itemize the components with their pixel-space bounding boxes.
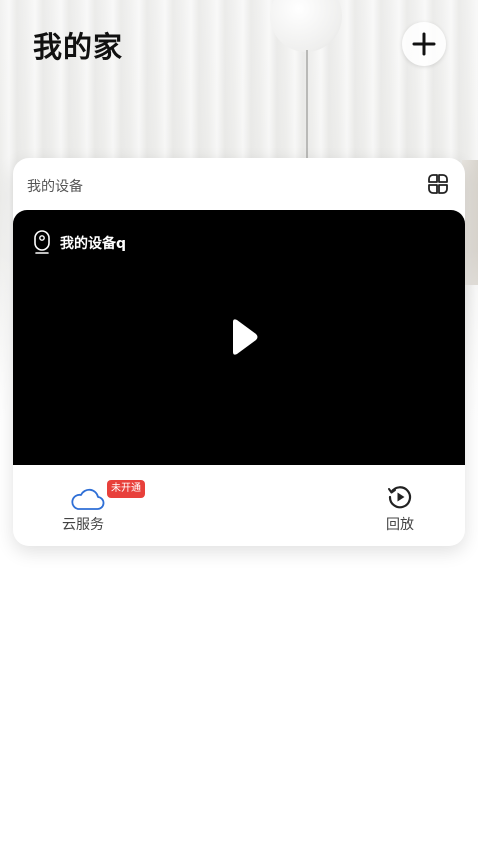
add-device-button[interactable]	[402, 22, 446, 66]
section-label: 我的设备	[27, 179, 83, 195]
grid-layout-icon[interactable]	[426, 172, 450, 196]
device-name: 我的设备q	[60, 236, 127, 252]
lamp-pole	[306, 50, 308, 170]
cloud-icon	[71, 488, 105, 510]
play-icon[interactable]	[223, 314, 263, 360]
plus-icon	[412, 32, 436, 56]
camera-icon	[34, 230, 50, 254]
playback-label: 回放	[386, 517, 414, 533]
playback-icon	[388, 486, 412, 509]
page-title: 我的家	[33, 30, 124, 64]
playback-button[interactable]: 回放	[375, 480, 425, 536]
cloud-service-label: 云服务	[62, 517, 104, 533]
device-card: 我的设备 我的设备q 未开通 云服务 回放	[13, 158, 465, 546]
status-badge: 未开通	[107, 480, 145, 498]
cloud-service-button[interactable]: 未开通 云服务	[51, 480, 151, 536]
video-preview[interactable]: 我的设备q	[13, 210, 465, 465]
